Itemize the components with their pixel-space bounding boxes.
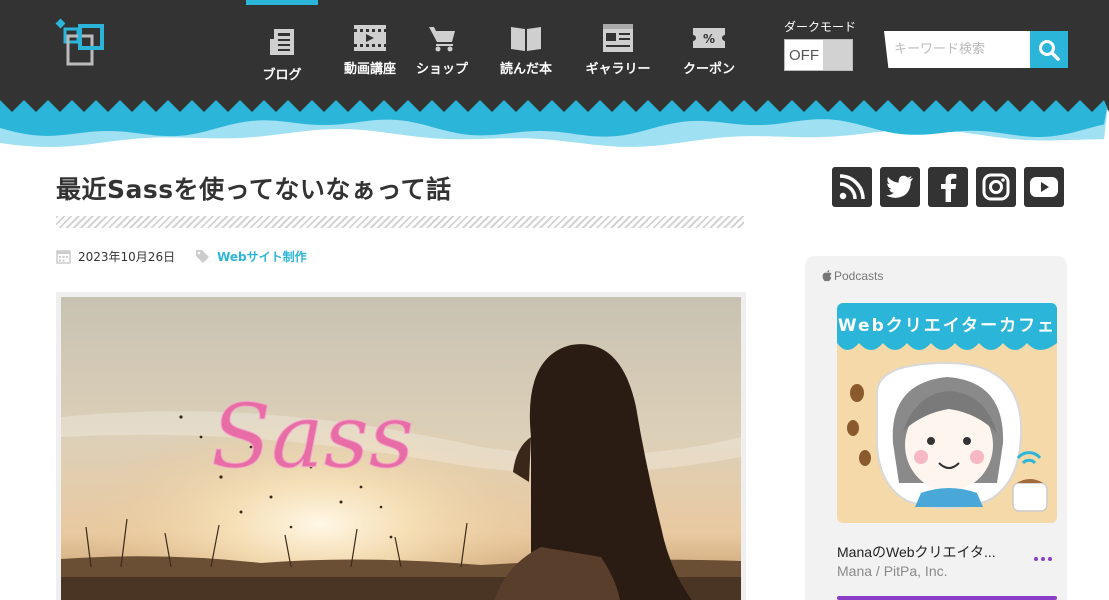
social-links — [832, 167, 1072, 207]
nav-item-video[interactable]: 動画講座 — [330, 0, 410, 90]
dark-mode-label: ダークモード — [784, 20, 857, 34]
site-logo[interactable] — [54, 18, 108, 70]
search-input[interactable] — [884, 31, 1030, 68]
nav-item-gallery[interactable]: ギャラリー — [582, 0, 654, 90]
rss-button[interactable] — [832, 167, 872, 207]
podcast-artwork-illustration — [837, 333, 1057, 512]
cart-icon — [425, 22, 459, 54]
video-icon — [353, 22, 387, 54]
blog-icon — [265, 26, 299, 58]
nav-item-coupon[interactable]: % クーポン — [678, 0, 740, 90]
podcast-artwork[interactable]: Webクリエイターカフェ — [837, 303, 1057, 523]
twitter-button[interactable] — [880, 167, 920, 207]
youtube-icon — [1030, 177, 1058, 197]
podcast-widget: Podcasts Webクリエイターカフェ ManaのWebクリエイタ... M… — [805, 256, 1067, 600]
gallery-icon — [601, 22, 635, 54]
podcast-show-title[interactable]: ManaのWebクリエイタ... — [837, 542, 996, 562]
coupon-icon: % — [692, 22, 726, 54]
search-icon — [1039, 39, 1060, 61]
search-button[interactable] — [1030, 31, 1068, 68]
twitter-icon — [886, 175, 913, 198]
apple-icon — [822, 270, 832, 282]
nav-item-blog[interactable]: ブログ — [246, 0, 318, 90]
title-divider — [56, 216, 744, 228]
podcast-progress-bar — [837, 596, 1057, 600]
dark-mode-toggle[interactable]: OFF — [784, 39, 853, 71]
podcast-author: Mana / PitPa, Inc. — [837, 563, 948, 579]
nav-label-video: 動画講座 — [343, 62, 396, 77]
post-meta: 2023年10月26日 Webサイト制作 — [56, 248, 307, 265]
facebook-icon — [941, 173, 957, 202]
search-form — [884, 31, 1068, 69]
nav-label-gallery: ギャラリー — [585, 62, 651, 77]
calendar-icon — [56, 249, 71, 264]
dark-mode-switch: ダークモード OFF — [784, 18, 856, 71]
nav-label-coupon: クーポン — [682, 62, 735, 77]
instagram-icon — [982, 173, 1010, 201]
nav-item-shop[interactable]: ショップ — [412, 0, 472, 90]
rss-icon — [839, 174, 865, 200]
post-category-link[interactable]: Webサイト制作 — [217, 248, 307, 265]
book-icon — [509, 22, 543, 54]
toggle-knob — [823, 40, 852, 70]
tag-icon — [195, 249, 210, 264]
instagram-button[interactable] — [976, 167, 1016, 207]
hero-image-frame: Sass — [56, 292, 746, 600]
podcast-brand-label: Podcasts — [834, 269, 884, 283]
facebook-button[interactable] — [928, 167, 968, 207]
nav-label-books: 読んだ本 — [499, 62, 552, 77]
hero-image: Sass — [61, 297, 741, 600]
nav-item-books[interactable]: 読んだ本 — [496, 0, 556, 90]
toggle-state-label: OFF — [785, 40, 823, 70]
sass-logo-text: Sass — [211, 385, 414, 488]
youtube-button[interactable] — [1024, 167, 1064, 207]
svg-text:%: % — [703, 32, 715, 46]
nav-label-blog: ブログ — [262, 68, 302, 83]
post-date: 2023年10月26日 — [78, 250, 176, 264]
nav-label-shop: ショップ — [415, 62, 468, 77]
site-header: ブログ 動画講座 ショップ 読んだ本 ギャラリー % クーポン ダークモード O… — [0, 0, 1109, 150]
more-options-icon[interactable] — [1029, 550, 1057, 568]
post-title: 最近Sassを使ってないなぁって話 — [56, 175, 452, 204]
podcast-brand: Podcasts — [822, 269, 883, 283]
main-content: 最近Sassを使ってないなぁって話 2023年10月26日 Webサイト制作 S… — [56, 150, 746, 600]
